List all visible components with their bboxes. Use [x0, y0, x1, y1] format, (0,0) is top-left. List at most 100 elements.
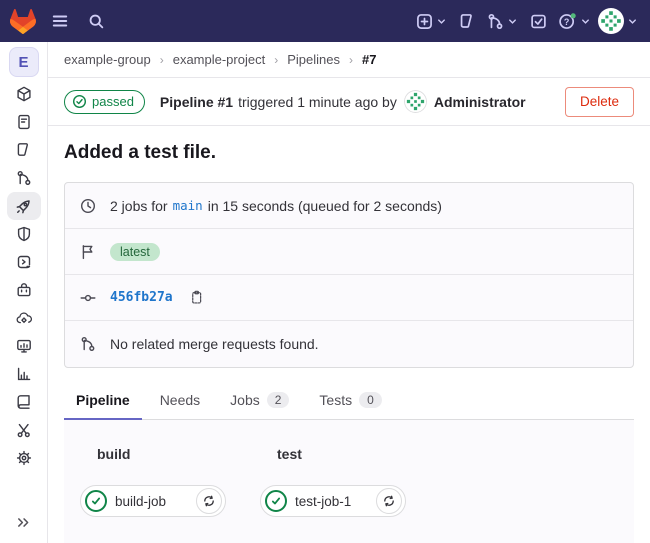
sidebar-item-infrastructure[interactable]	[7, 304, 41, 332]
stage-build: build build-job	[80, 446, 226, 543]
hamburger-menu-icon[interactable]	[47, 5, 73, 37]
sidebar-item-deployments[interactable]	[7, 248, 41, 276]
sidebar-item-settings[interactable]	[7, 444, 41, 472]
sidebar-item-security-compliance[interactable]	[7, 220, 41, 248]
breadcrumb-pipeline-id: #7	[362, 52, 376, 67]
sidebar: E	[0, 42, 48, 543]
tab-jobs[interactable]: Jobs 2	[218, 381, 301, 420]
svg-text:?: ?	[564, 16, 569, 26]
pipeline-details-box: 2 jobs for main in 15 seconds (queued fo…	[64, 182, 634, 368]
environment-icon	[16, 254, 32, 270]
chart-icon	[16, 366, 32, 382]
topbar: ?	[0, 0, 650, 42]
book-icon	[16, 394, 32, 410]
sidebar-item-ci-cd[interactable]	[7, 192, 41, 220]
todo-check-icon	[530, 13, 547, 30]
monitor-icon	[16, 338, 32, 354]
sidebar-item-monitor[interactable]	[7, 332, 41, 360]
shield-icon	[16, 226, 32, 242]
new-menu-button[interactable]	[416, 5, 447, 37]
merge-requests-row: No related merge requests found.	[65, 321, 633, 367]
job-passed-icon	[85, 490, 107, 512]
merge-requests-button[interactable]	[487, 5, 518, 37]
pipeline-tabs: Pipeline Needs Jobs 2 Tests 0	[64, 381, 634, 420]
gitlab-logo-icon[interactable]	[10, 8, 37, 34]
user-menu-button[interactable]	[598, 5, 638, 37]
retry-job-button[interactable]	[196, 488, 222, 514]
commit-sha-row: 456fb27a	[65, 275, 633, 321]
search-icon[interactable]	[83, 5, 109, 37]
todos-button[interactable]	[525, 5, 551, 37]
sidebar-item-snippets[interactable]	[7, 416, 41, 444]
tab-tests[interactable]: Tests 0	[307, 381, 393, 420]
pipeline-graph: build build-job	[64, 420, 634, 543]
breadcrumb-separator: ›	[160, 53, 164, 67]
document-icon	[16, 114, 32, 130]
package-icon	[16, 282, 32, 298]
help-menu-button[interactable]: ?	[558, 5, 591, 37]
status-badge[interactable]: passed	[64, 90, 145, 114]
job-test-job-1[interactable]: test-job-1	[260, 485, 406, 517]
sidebar-item-wiki[interactable]	[7, 388, 41, 416]
rocket-icon	[15, 198, 32, 215]
sidebar-item-repository[interactable]	[7, 108, 41, 136]
job-passed-icon	[265, 490, 287, 512]
breadcrumb-separator: ›	[274, 53, 278, 67]
stage-label: build	[97, 446, 226, 462]
commit-sha-link[interactable]: 456fb27a	[110, 290, 173, 305]
retry-icon	[202, 494, 216, 508]
retry-job-button[interactable]	[376, 488, 402, 514]
project-avatar[interactable]: E	[9, 47, 39, 77]
chevron-down-icon	[627, 16, 638, 27]
help-question-icon: ?	[558, 12, 577, 31]
chevron-down-icon	[507, 16, 518, 27]
sidebar-item-project-information[interactable]	[7, 80, 41, 108]
gear-icon	[16, 450, 32, 466]
sidebar-item-packages-registries[interactable]	[7, 276, 41, 304]
issues-button[interactable]	[454, 5, 480, 37]
sidebar-item-analytics[interactable]	[7, 360, 41, 388]
main-content: example-group › example-project › Pipeli…	[48, 42, 650, 543]
delete-button[interactable]: Delete	[565, 87, 634, 117]
tests-count-badge: 0	[359, 392, 382, 408]
issues-icon	[16, 142, 32, 158]
merge-request-icon	[487, 13, 504, 30]
breadcrumb-project[interactable]: example-project	[173, 52, 266, 67]
issues-icon	[459, 13, 476, 30]
latest-badge-row: latest	[65, 229, 633, 275]
user-avatar	[598, 8, 624, 34]
sidebar-expand-toggle[interactable]	[0, 508, 47, 536]
job-build-job[interactable]: build-job	[80, 485, 226, 517]
pipeline-status-row: passed Pipeline #1 triggered 1 minute ag…	[48, 78, 650, 126]
breadcrumb: example-group › example-project › Pipeli…	[48, 42, 650, 78]
sidebar-item-issues[interactable]	[7, 136, 41, 164]
pipeline-trigger-info: Pipeline #1 triggered 1 minute ago by	[160, 90, 526, 113]
double-chevron-right-icon	[16, 515, 31, 530]
chevron-down-icon	[580, 16, 591, 27]
stage-label: test	[277, 446, 406, 462]
jobs-count-badge: 2	[267, 392, 290, 408]
latest-badge[interactable]: latest	[110, 243, 160, 261]
user-name-link[interactable]: Administrator	[434, 94, 526, 110]
copy-sha-button[interactable]	[187, 288, 206, 307]
chevron-down-icon	[436, 16, 447, 27]
plus-square-icon	[416, 13, 433, 30]
breadcrumb-group[interactable]: example-group	[64, 52, 151, 67]
breadcrumb-separator: ›	[349, 53, 353, 67]
flag-icon	[80, 244, 96, 260]
tab-pipeline[interactable]: Pipeline	[64, 381, 142, 420]
stage-test: test test-job-1	[260, 446, 406, 543]
commit-title: Added a test file.	[64, 142, 634, 164]
commit-icon	[80, 290, 96, 306]
clipboard-copy-icon	[189, 290, 204, 305]
sidebar-item-merge-requests[interactable]	[7, 164, 41, 192]
branch-link[interactable]: main	[173, 198, 203, 213]
retry-icon	[382, 494, 396, 508]
cloud-gear-icon	[16, 310, 32, 326]
merge-request-icon	[16, 170, 32, 186]
jobs-duration-row: 2 jobs for main in 15 seconds (queued fo…	[65, 183, 633, 229]
tab-needs[interactable]: Needs	[148, 381, 212, 420]
breadcrumb-pipelines[interactable]: Pipelines	[287, 52, 340, 67]
user-avatar[interactable]	[404, 90, 427, 113]
clock-icon	[80, 198, 96, 214]
